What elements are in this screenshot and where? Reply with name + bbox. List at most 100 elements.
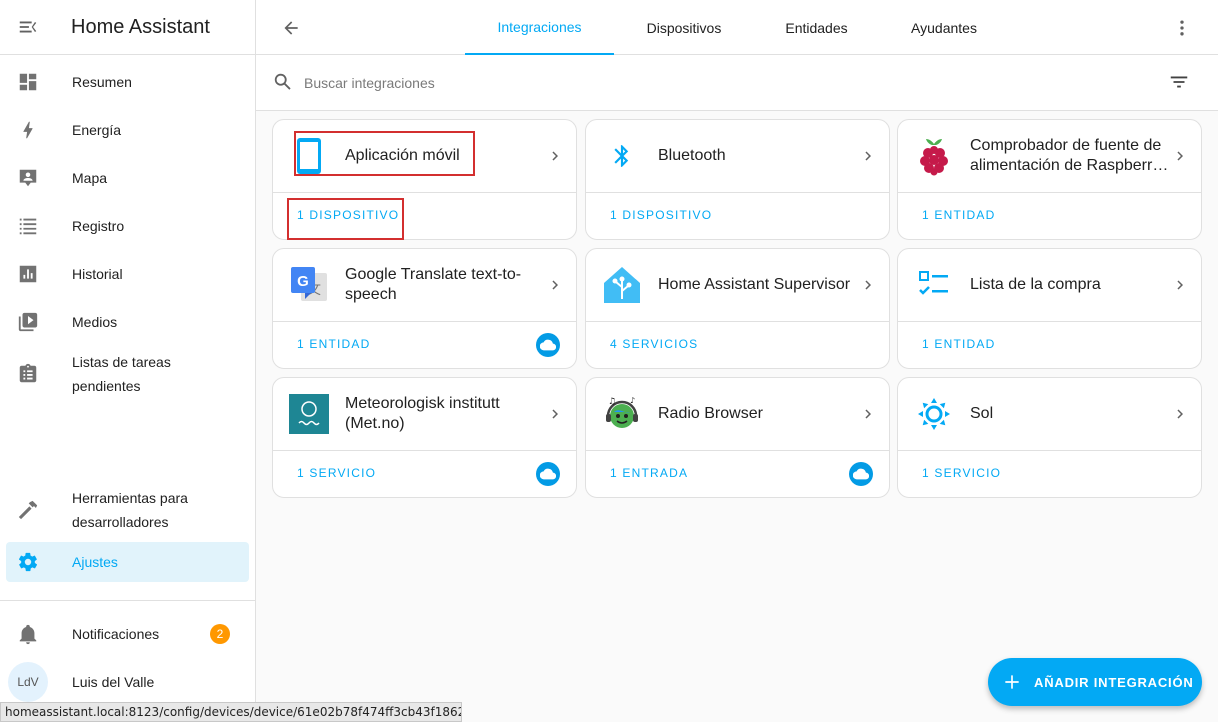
chevron-right-icon [859, 276, 877, 299]
integration-name: Google Translate text-to-speech [345, 266, 522, 303]
sidebar-item-label: Notificaciones [72, 626, 160, 642]
dashboard-icon [6, 71, 50, 93]
devices-link[interactable]: 1 DISPOSITIVO [610, 208, 712, 222]
format-list-icon [6, 215, 50, 237]
sidebar-item-label: Medios [72, 314, 118, 330]
chart-box-icon [6, 263, 50, 285]
chevron-right-icon [859, 405, 877, 428]
chevron-right-icon [859, 147, 877, 170]
integration-name: Meteorologisk institutt (Met.no) [345, 395, 500, 432]
card-header[interactable]: Sol [898, 378, 1201, 451]
sidebar: Home Assistant Resumen Energía Mapa Regi… [0, 0, 256, 722]
svg-text:G: G [297, 273, 309, 290]
map-account-icon [6, 167, 50, 189]
svg-text:♪: ♪ [630, 396, 635, 405]
sidebar-item-listas[interactable]: Listas de tareas pendientes [6, 348, 249, 400]
entities-link[interactable]: 1 ENTIDAD [922, 208, 995, 222]
chevron-right-icon [546, 405, 564, 428]
card-header[interactable]: Comprobador de fuente de alimentación de… [898, 120, 1201, 193]
card-header[interactable]: Home Assistant Supervisor [586, 249, 889, 322]
services-link[interactable]: 1 SERVICIO [922, 466, 1001, 480]
sidebar-item-label: Resumen [72, 74, 132, 90]
chevron-right-icon [546, 147, 564, 170]
sidebar-item-resumen[interactable]: Resumen [6, 58, 249, 106]
integration-name: Bluetooth [658, 147, 726, 164]
sidebar-item-label: Energía [72, 122, 122, 138]
sidebar-item-label: Herramientas para desarrolladores [72, 490, 188, 530]
cloud-icon [536, 333, 560, 357]
card-header[interactable]: Lista de la compra [898, 249, 1201, 322]
integration-card-bluetooth: Bluetooth 1 DISPOSITIVO [585, 119, 890, 240]
search-input[interactable] [304, 69, 1124, 97]
link-preview-statusbar: homeassistant.local:8123/config/devices/… [0, 702, 462, 722]
add-integration-button[interactable]: AÑADIR INTEGRACIÓN [988, 658, 1202, 706]
sidebar-item-historial[interactable]: Historial [6, 250, 249, 298]
search-icon [272, 71, 294, 98]
card-header[interactable]: Bluetooth [586, 120, 889, 193]
user-name: Luis del Valle [72, 674, 155, 690]
menu-toggle-icon[interactable] [0, 0, 56, 55]
sidebar-item-herramientas[interactable]: Herramientas para desarrolladores [6, 484, 249, 536]
chevron-right-icon [546, 276, 564, 299]
top-bar: Integraciones Dispositivos Entidades Ayu… [256, 0, 1218, 55]
shopping-list-icon [914, 265, 954, 305]
entities-link[interactable]: 1 ENTIDAD [922, 337, 995, 351]
cloud-icon [536, 462, 560, 486]
integration-card-sol: Sol 1 SERVICIO [897, 377, 1202, 498]
bell-icon [6, 623, 50, 645]
tab-entidades[interactable]: Entidades [754, 0, 879, 55]
cog-icon [6, 551, 50, 573]
integration-name: Comprobador de fuente de alimentación de… [970, 137, 1169, 174]
integration-name: Sol [970, 405, 994, 422]
google-translate-icon: 文G [289, 265, 329, 305]
entities-link[interactable]: 1 ENTIDAD [297, 337, 370, 351]
filter-icon[interactable] [1168, 71, 1190, 98]
sidebar-item-label: Listas de tareas pendientes [72, 354, 171, 394]
card-header[interactable]: 文G Google Translate text-to-speech [273, 249, 576, 322]
entries-link[interactable]: 1 ENTRADA [610, 466, 688, 480]
integration-card-radio-browser: ♫ ♪ Radio Browser 1 ENTRADA [585, 377, 890, 498]
play-box-multiple-icon [6, 311, 50, 333]
integration-card-raspberry: Comprobador de fuente de alimentación de… [897, 119, 1202, 240]
sidebar-item-mapa[interactable]: Mapa [6, 154, 249, 202]
sidebar-item-registro[interactable]: Registro [6, 202, 249, 250]
sidebar-header: Home Assistant [0, 0, 255, 55]
sidebar-item-notificaciones[interactable]: Notificaciones 2 [6, 614, 249, 654]
highlight-box [287, 198, 404, 240]
chevron-right-icon [1171, 405, 1189, 428]
sidebar-item-medios[interactable]: Medios [6, 298, 249, 346]
services-link[interactable]: 4 SERVICIOS [610, 337, 698, 351]
highlight-box [294, 131, 475, 176]
sidebar-item-label: Ajustes [72, 554, 118, 570]
integration-card-supervisor: Home Assistant Supervisor 4 SERVICIOS [585, 248, 890, 369]
notification-count-badge: 2 [210, 624, 230, 644]
plus-icon [1002, 672, 1022, 692]
sun-icon [914, 394, 954, 434]
sidebar-item-label: Mapa [72, 170, 108, 186]
add-integration-label: AÑADIR INTEGRACIÓN [1034, 674, 1194, 690]
tab-ayudantes[interactable]: Ayudantes [879, 0, 1009, 55]
card-header[interactable]: Meteorologisk institutt (Met.no) [273, 378, 576, 451]
sidebar-item-user[interactable]: LdV Luis del Valle [6, 662, 249, 702]
sidebar-item-ajustes[interactable]: Ajustes [6, 542, 249, 582]
sidebar-item-label: Historial [72, 266, 123, 282]
card-header[interactable]: ♫ ♪ Radio Browser [586, 378, 889, 451]
back-arrow-icon[interactable] [276, 13, 306, 43]
sidebar-divider [0, 600, 255, 601]
sidebar-item-energia[interactable]: Energía [6, 106, 249, 154]
integration-card-google-translate: 文G Google Translate text-to-speech 1 ENT… [272, 248, 577, 369]
sidebar-item-label: Registro [72, 218, 125, 234]
met-no-icon [289, 394, 329, 434]
raspberry-pi-icon [914, 136, 954, 176]
hammer-icon [6, 499, 50, 521]
more-vert-icon[interactable] [1168, 14, 1196, 42]
tab-dispositivos[interactable]: Dispositivos [614, 0, 754, 55]
supervisor-icon [602, 265, 642, 305]
tab-integraciones[interactable]: Integraciones [465, 0, 614, 55]
cloud-icon [849, 462, 873, 486]
bluetooth-icon [602, 136, 642, 176]
svg-text:♫: ♫ [608, 397, 616, 407]
services-link[interactable]: 1 SERVICIO [297, 466, 376, 480]
integration-card-met-no: Meteorologisk institutt (Met.no) 1 SERVI… [272, 377, 577, 498]
chevron-right-icon [1171, 276, 1189, 299]
